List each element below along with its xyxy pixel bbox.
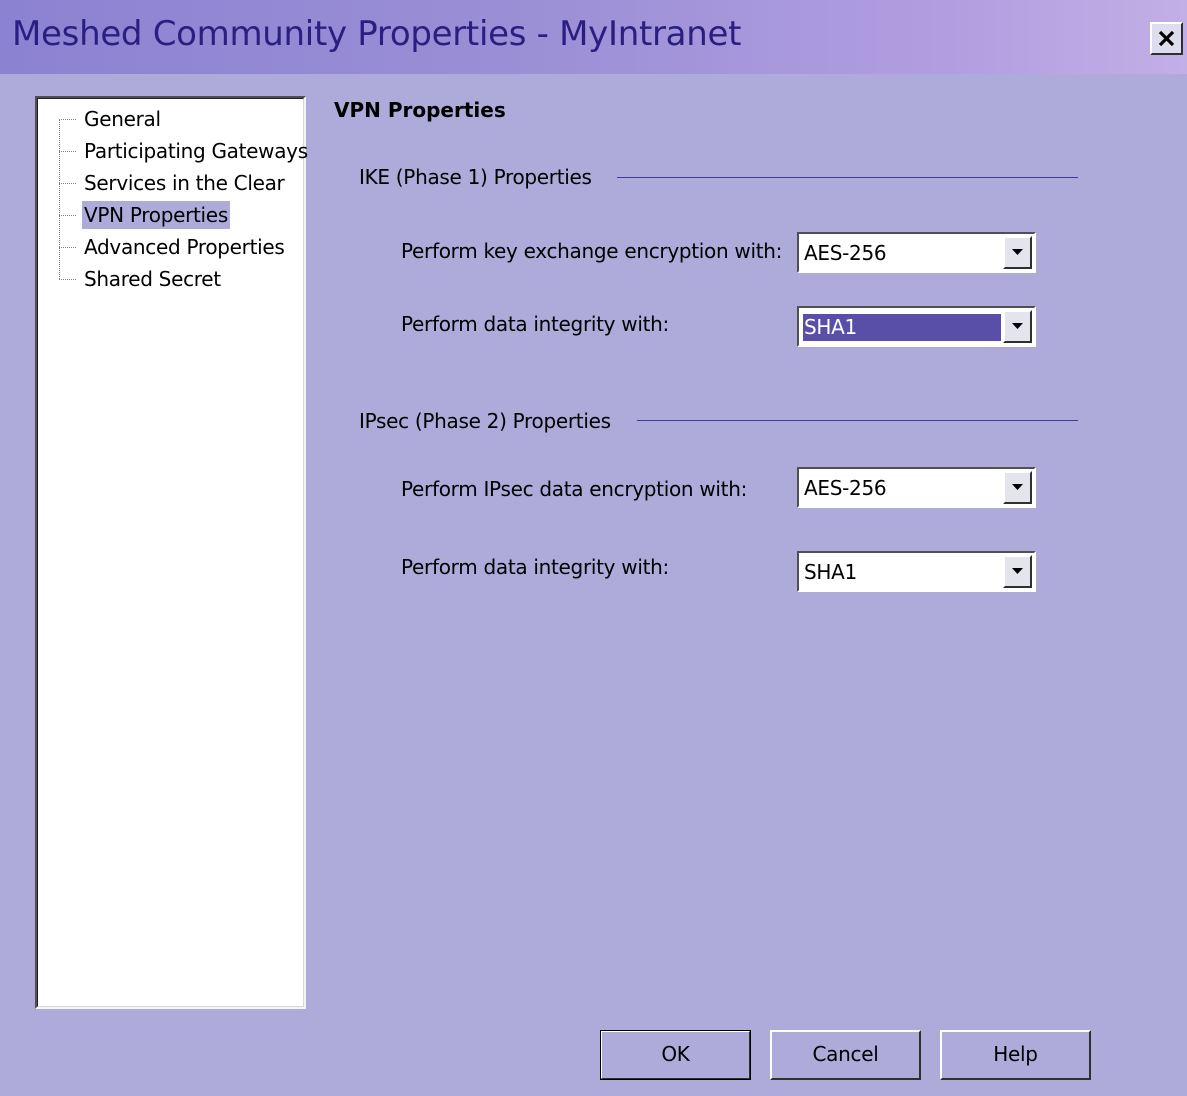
title-bar[interactable]: Meshed Community Properties - MyIntranet — [0, 0, 1187, 74]
chevron-down-icon — [1012, 568, 1023, 574]
dialog-window: Meshed Community Properties - MyIntranet… — [0, 0, 1187, 1096]
cancel-button[interactable]: Cancel — [770, 1030, 921, 1080]
ipsec-encryption-label: Perform IPsec data encryption with: — [401, 477, 748, 501]
tree-item-label: Advanced Properties — [84, 235, 285, 259]
help-button[interactable]: Help — [940, 1030, 1091, 1080]
ike-integrity-label: Perform data integrity with: — [401, 312, 669, 336]
ipsec-group-divider — [637, 420, 1078, 421]
tree-item-vpn-properties[interactable]: VPN Properties — [59, 200, 309, 230]
tree-frame: General Participating Gateways Services … — [37, 98, 308, 1007]
tree-item-label: Services in the Clear — [84, 171, 285, 195]
tree-branch-line — [59, 279, 76, 280]
ike-integrity-value: SHA1 — [803, 314, 1001, 341]
ipsec-encryption-select[interactable]: AES-256 — [797, 467, 1036, 508]
tree-item-label: Shared Secret — [84, 267, 221, 291]
close-icon — [1158, 30, 1175, 47]
close-button[interactable] — [1150, 22, 1183, 55]
ipsec-integrity-label: Perform data integrity with: — [401, 555, 669, 579]
tree-branch-line — [59, 247, 76, 248]
tree-item-participating-gateways[interactable]: Participating Gateways — [59, 136, 309, 166]
window-title: Meshed Community Properties - MyIntranet — [12, 14, 742, 54]
tree-item-services-in-the-clear[interactable]: Services in the Clear — [59, 168, 309, 198]
ike-group-label: IKE (Phase 1) Properties — [359, 165, 592, 189]
page-title: VPN Properties — [334, 98, 506, 122]
tree-item-shared-secret[interactable]: Shared Secret — [59, 264, 309, 294]
ike-encryption-select[interactable]: AES-256 — [797, 232, 1036, 273]
tree-item-label: General — [84, 107, 161, 131]
chevron-down-icon — [1012, 323, 1023, 329]
tree-branch-line — [59, 119, 76, 120]
ike-group-divider — [617, 177, 1078, 178]
tree-branch-line — [59, 183, 76, 184]
navigation-tree[interactable]: General Participating Gateways Services … — [35, 96, 308, 1009]
tree-item-label: VPN Properties — [82, 201, 230, 229]
ike-integrity-select[interactable]: SHA1 — [797, 306, 1036, 347]
ipsec-integrity-dropdown-button[interactable] — [1003, 555, 1032, 588]
ike-encryption-value: AES-256 — [804, 241, 887, 265]
ipsec-integrity-value: SHA1 — [804, 560, 857, 584]
ipsec-group-label: IPsec (Phase 2) Properties — [359, 409, 611, 433]
chevron-down-icon — [1012, 249, 1023, 255]
ok-button[interactable]: OK — [600, 1030, 751, 1080]
ipsec-encryption-value: AES-256 — [804, 476, 887, 500]
tree-item-advanced-properties[interactable]: Advanced Properties — [59, 232, 309, 262]
tree-branch-line — [59, 215, 76, 216]
tree-item-general[interactable]: General — [59, 104, 309, 134]
ipsec-integrity-select[interactable]: SHA1 — [797, 551, 1036, 592]
ipsec-encryption-dropdown-button[interactable] — [1003, 471, 1032, 504]
tree-branch-line — [59, 151, 76, 152]
tree-item-label: Participating Gateways — [84, 139, 308, 163]
ike-encryption-dropdown-button[interactable] — [1003, 236, 1032, 269]
ike-integrity-dropdown-button[interactable] — [1003, 310, 1032, 343]
chevron-down-icon — [1012, 484, 1023, 490]
ike-encryption-label: Perform key exchange encryption with: — [401, 239, 783, 263]
